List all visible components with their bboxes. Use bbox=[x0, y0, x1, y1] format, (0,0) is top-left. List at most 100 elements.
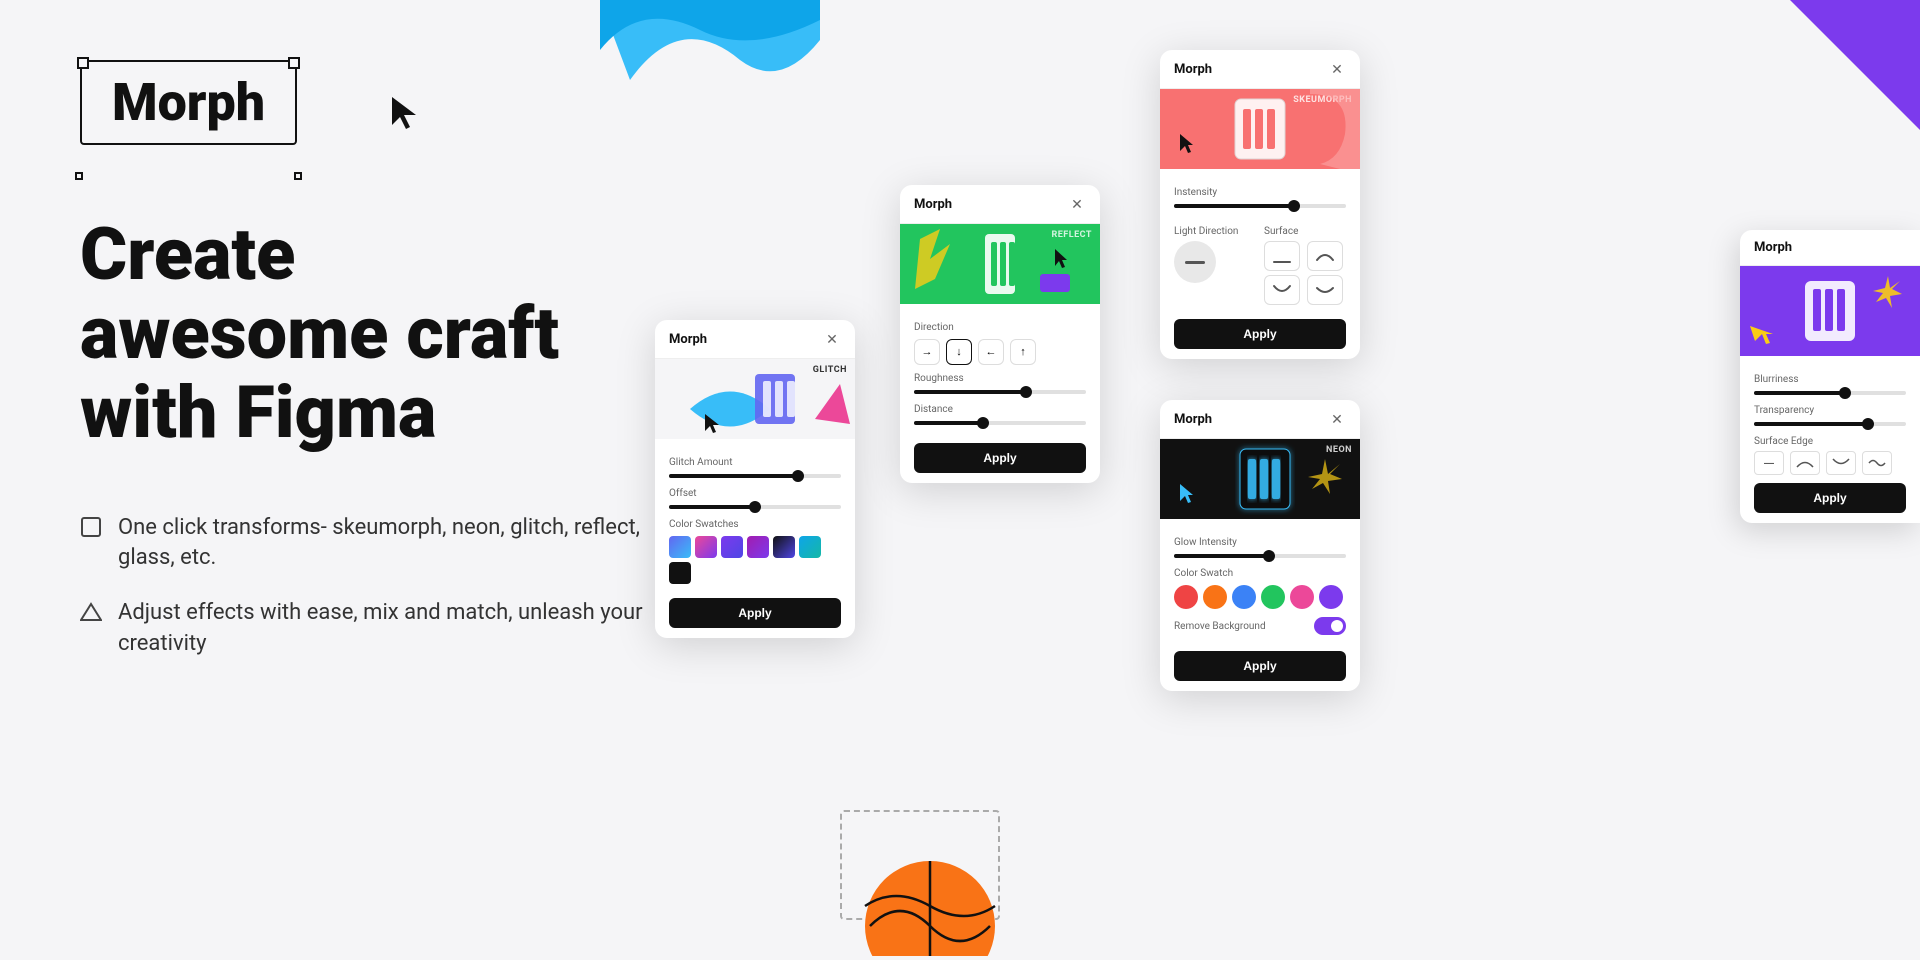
neon-glow-label: Glow Intensity bbox=[1174, 537, 1346, 548]
glitch-amount-label: Glitch Amount bbox=[669, 457, 841, 468]
neon-swatch-blue[interactable] bbox=[1232, 585, 1256, 609]
glitch-panel-body: Glitch Amount Offset Color Swatches Appl… bbox=[655, 439, 855, 638]
reflect-direction-buttons: → ↓ ← ↑ bbox=[914, 339, 1086, 365]
skeumorph-surface-btn-4[interactable] bbox=[1307, 275, 1343, 305]
skeumorph-surface-btn-3[interactable] bbox=[1264, 275, 1300, 305]
panel-skeumorph: Morph ✕ SKEUMORPH Instensity Light Direc… bbox=[1160, 50, 1360, 359]
right-apply-button[interactable]: Apply bbox=[1754, 483, 1906, 513]
panel-right: Morph Blurriness Transparency Surface Ed… bbox=[1740, 230, 1920, 523]
skeumorph-intensity-slider[interactable] bbox=[1174, 204, 1346, 208]
panel-reflect: Morph ✕ REFLECT Direction → ↓ ← ↑ Roughn… bbox=[900, 185, 1100, 483]
blurriness-slider[interactable] bbox=[1754, 391, 1906, 395]
skeumorph-apply-button[interactable]: Apply bbox=[1174, 319, 1346, 349]
badge-text: Morph bbox=[112, 72, 265, 133]
neon-close-button[interactable]: ✕ bbox=[1328, 410, 1346, 428]
glitch-swatches-label: Color Swatches bbox=[669, 519, 841, 530]
right-panel-title: Morph bbox=[1754, 240, 1792, 255]
skeumorph-light-label: Light Direction bbox=[1174, 226, 1256, 237]
reflect-dir-down[interactable]: ↓ bbox=[946, 339, 972, 365]
neon-swatch-label: Color Swatch bbox=[1174, 568, 1346, 579]
neon-panel-header: Morph ✕ bbox=[1160, 400, 1360, 439]
deco-purple-corner bbox=[1790, 0, 1920, 130]
triangle-icon bbox=[80, 601, 102, 623]
deco-blue-shape bbox=[600, 0, 820, 84]
feature-item-2: Adjust effects with ease, mix and match,… bbox=[80, 598, 680, 660]
glitch-offset-slider[interactable] bbox=[669, 505, 841, 509]
reflect-distance-label: Distance bbox=[914, 404, 1086, 415]
square-icon bbox=[80, 516, 102, 538]
glitch-apply-button[interactable]: Apply bbox=[669, 598, 841, 628]
reflect-direction-label: Direction bbox=[914, 322, 1086, 333]
skeumorph-preview: SKEUMORPH bbox=[1160, 89, 1360, 169]
neon-swatch-red[interactable] bbox=[1174, 585, 1198, 609]
surface-edge-label: Surface Edge bbox=[1754, 436, 1906, 447]
remove-bg-row: Remove Background bbox=[1174, 617, 1346, 635]
reflect-roughness-slider[interactable] bbox=[914, 390, 1086, 394]
panel-neon: Morph ✕ NEON Glow Intensity Color Swatch bbox=[1160, 400, 1360, 691]
glitch-preview: GLITCH bbox=[655, 359, 855, 439]
surface-btn-wave[interactable] bbox=[1862, 451, 1892, 475]
glitch-swatch-5[interactable] bbox=[773, 536, 795, 558]
neon-swatch-orange[interactable] bbox=[1203, 585, 1227, 609]
glitch-swatch-7[interactable] bbox=[669, 562, 691, 584]
skeumorph-close-button[interactable]: ✕ bbox=[1328, 60, 1346, 78]
neon-glow-slider[interactable] bbox=[1174, 554, 1346, 558]
neon-panel-body: Glow Intensity Color Swatch Remove Backg… bbox=[1160, 519, 1360, 691]
neon-preview: NEON bbox=[1160, 439, 1360, 519]
neon-swatch-pink[interactable] bbox=[1290, 585, 1314, 609]
neon-apply-button[interactable]: Apply bbox=[1174, 651, 1346, 681]
glitch-panel-header: Morph ✕ bbox=[655, 320, 855, 359]
reflect-roughness-label: Roughness bbox=[914, 373, 1086, 384]
cursor-arrow-icon bbox=[390, 95, 420, 135]
reflect-dir-right[interactable]: → bbox=[914, 339, 940, 365]
glitch-color-swatches bbox=[669, 536, 841, 584]
glitch-swatch-2[interactable] bbox=[695, 536, 717, 558]
skeumorph-surface-btn-1[interactable] bbox=[1264, 241, 1300, 271]
reflect-panel-header: Morph ✕ bbox=[900, 185, 1100, 224]
hero-section: Morph Create awesome craft with Figma On… bbox=[80, 60, 680, 684]
skeumorph-surface-label: Surface bbox=[1264, 226, 1346, 237]
glitch-swatch-6[interactable] bbox=[799, 536, 821, 558]
right-preview bbox=[1740, 266, 1920, 356]
right-panel-header: Morph bbox=[1740, 230, 1920, 266]
reflect-dir-up[interactable]: ↑ bbox=[1010, 339, 1036, 365]
transparency-slider[interactable] bbox=[1754, 422, 1906, 426]
glitch-panel-title: Morph bbox=[669, 332, 707, 347]
feature-item-1: One click transforms- skeumorph, neon, g… bbox=[80, 513, 680, 575]
surface-btn-convex[interactable] bbox=[1790, 451, 1820, 475]
reflect-apply-button[interactable]: Apply bbox=[914, 443, 1086, 473]
transparency-label: Transparency bbox=[1754, 405, 1906, 416]
glitch-swatch-4[interactable] bbox=[747, 536, 769, 558]
surface-edge-buttons: — bbox=[1754, 451, 1906, 475]
skeumorph-intensity-label: Instensity bbox=[1174, 187, 1346, 198]
feature-list: One click transforms- skeumorph, neon, g… bbox=[80, 513, 680, 660]
skeumorph-panel-header: Morph ✕ bbox=[1160, 50, 1360, 89]
right-panel-body: Blurriness Transparency Surface Edge — A… bbox=[1740, 356, 1920, 523]
neon-panel-title: Morph bbox=[1174, 412, 1212, 427]
glitch-swatch-3[interactable] bbox=[721, 536, 743, 558]
headline: Create awesome craft with Figma bbox=[80, 215, 680, 453]
panel-glitch: Morph ✕ GLITCH Glitch Amount Offset bbox=[655, 320, 855, 638]
reflect-panel-title: Morph bbox=[914, 197, 952, 212]
remove-bg-toggle[interactable] bbox=[1314, 617, 1346, 635]
skeumorph-panel-body: Instensity Light Direction Surface bbox=[1160, 169, 1360, 359]
surface-btn-flat[interactable]: — bbox=[1754, 451, 1784, 475]
glitch-amount-slider[interactable] bbox=[669, 474, 841, 478]
deco-basketball bbox=[860, 846, 1000, 960]
neon-swatch-green[interactable] bbox=[1261, 585, 1285, 609]
reflect-preview: REFLECT bbox=[900, 224, 1100, 304]
reflect-dir-left[interactable]: ← bbox=[978, 339, 1004, 365]
skeumorph-surface-btn-2[interactable] bbox=[1307, 241, 1343, 271]
surface-btn-concave[interactable] bbox=[1826, 451, 1856, 475]
reflect-panel-body: Direction → ↓ ← ↑ Roughness Distance App… bbox=[900, 304, 1100, 483]
remove-bg-label: Remove Background bbox=[1174, 621, 1266, 632]
skeumorph-panel-title: Morph bbox=[1174, 62, 1212, 77]
blurriness-label: Blurriness bbox=[1754, 374, 1906, 385]
neon-swatch-purple[interactable] bbox=[1319, 585, 1343, 609]
reflect-distance-slider[interactable] bbox=[914, 421, 1086, 425]
glitch-close-button[interactable]: ✕ bbox=[823, 330, 841, 348]
reflect-close-button[interactable]: ✕ bbox=[1068, 195, 1086, 213]
neon-color-swatches bbox=[1174, 585, 1346, 609]
glitch-swatch-1[interactable] bbox=[669, 536, 691, 558]
glitch-offset-label: Offset bbox=[669, 488, 841, 499]
